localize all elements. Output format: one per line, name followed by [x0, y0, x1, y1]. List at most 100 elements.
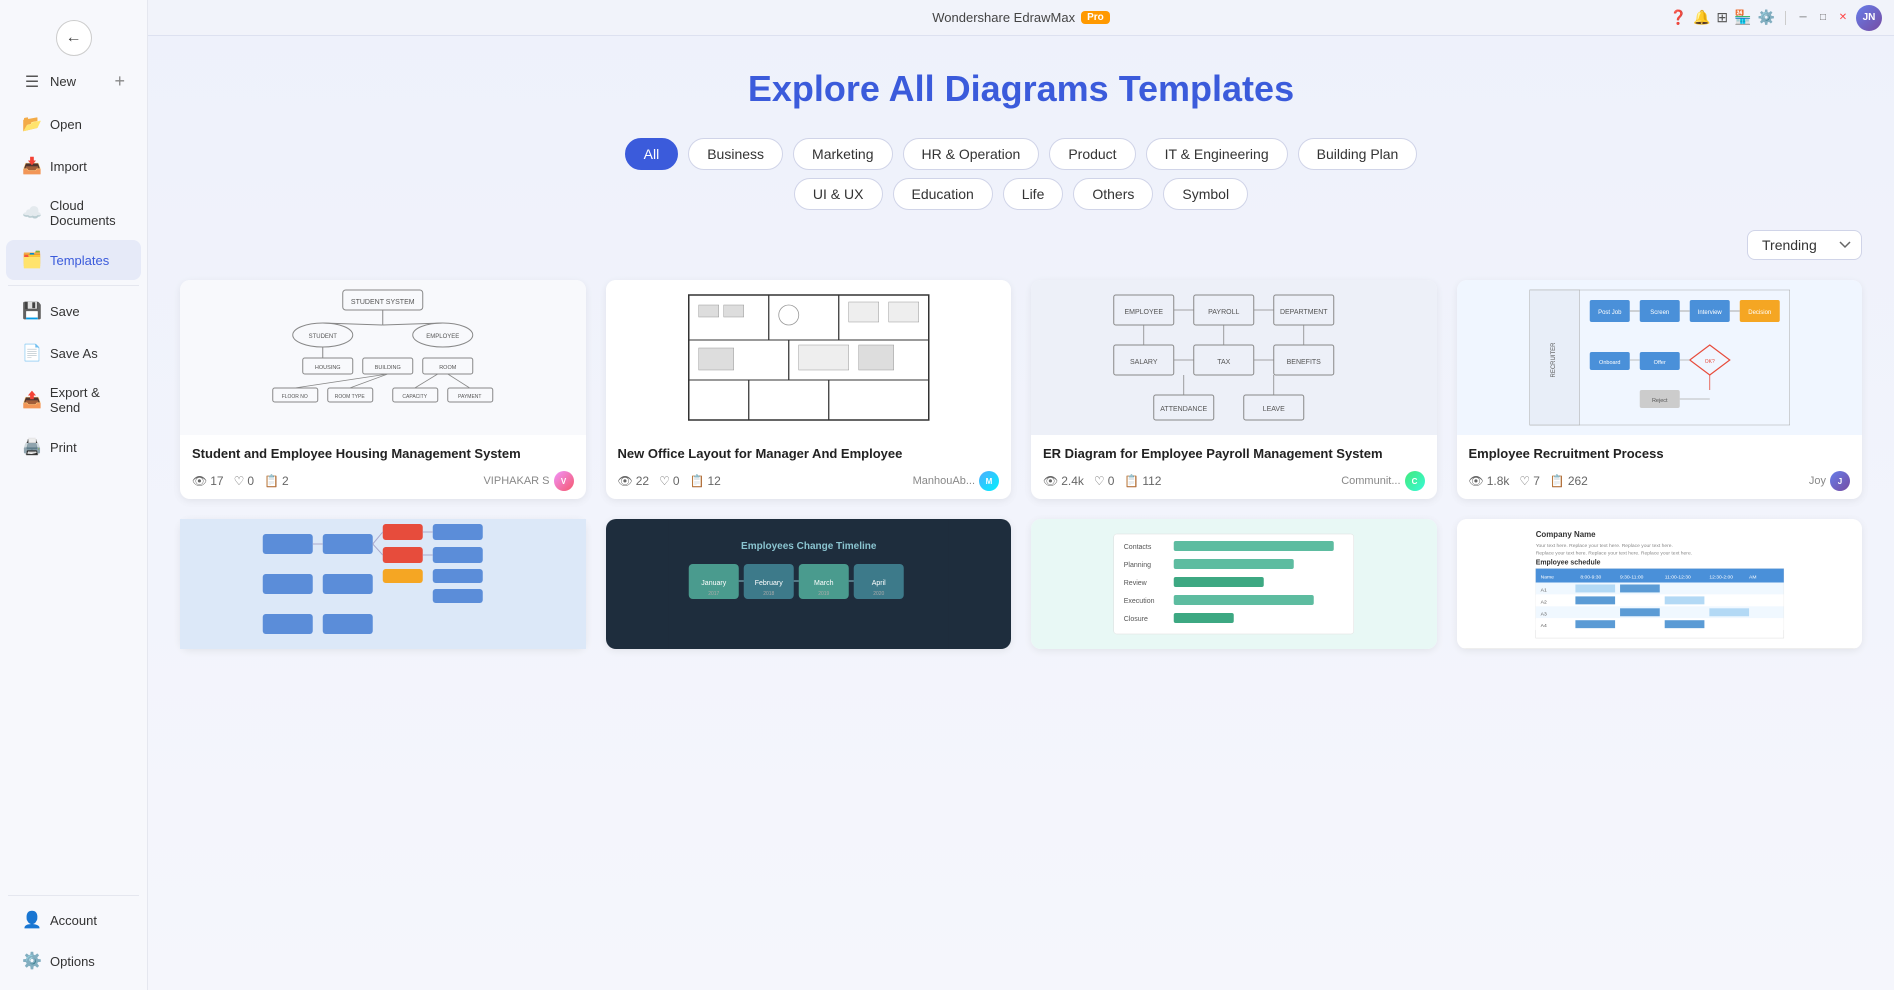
minimize-button[interactable]: ─	[1796, 11, 1810, 25]
likes-count: ♡ 0	[659, 474, 679, 488]
card-image: Contacts Planning Review Execution Closu…	[1031, 519, 1437, 649]
store-icon[interactable]: 🏪	[1734, 9, 1751, 26]
save-icon: 💾	[22, 301, 42, 321]
sidebar-import-label: Import	[50, 159, 87, 174]
svg-text:Employee schedule: Employee schedule	[1535, 560, 1600, 567]
maximize-button[interactable]: □	[1816, 11, 1830, 25]
sidebar-options-label: Options	[50, 954, 95, 969]
filter-marketing[interactable]: Marketing	[793, 138, 892, 170]
template-card[interactable]: New Office Layout for Manager And Employ…	[606, 280, 1012, 499]
sidebar-divider	[8, 285, 139, 286]
sidebar-item-saveas[interactable]: 📄 Save As	[6, 333, 141, 373]
card-body: Employee Recruitment Process 👁 1.8k ♡ 7 …	[1457, 435, 1863, 499]
filter-hr[interactable]: HR & Operation	[903, 138, 1040, 170]
filter-building[interactable]: Building Plan	[1298, 138, 1418, 170]
main-content: Wondershare EdrawMax Pro ❓ 🔔 ⊞ 🏪 ⚙️ ─ □ …	[148, 0, 1894, 990]
template-card[interactable]: Company Name Your text here. Replace you…	[1457, 519, 1863, 649]
likes-count: ♡ 0	[1094, 474, 1114, 488]
sidebar-new-label: New	[50, 74, 76, 89]
svg-text:Your text here. Replace your t: Your text here. Replace your text here. …	[1535, 543, 1672, 549]
sidebar-item-open[interactable]: 📂 Open	[6, 104, 141, 144]
print-icon: 🖨️	[22, 437, 42, 457]
sidebar-item-templates[interactable]: 🗂️ Templates	[6, 240, 141, 280]
sidebar-item-print[interactable]: 🖨️ Print	[6, 427, 141, 467]
settings-icon[interactable]: ⚙️	[1758, 9, 1775, 26]
svg-text:Interview: Interview	[1697, 310, 1722, 316]
sidebar-item-new[interactable]: ☰ New +	[6, 61, 141, 102]
sidebar-save-label: Save	[50, 304, 80, 319]
filter-ui[interactable]: UI & UX	[794, 178, 883, 210]
options-icon: ⚙️	[22, 951, 42, 971]
plus-icon: +	[114, 71, 125, 92]
filter-all[interactable]: All	[625, 138, 679, 170]
svg-text:FLOOR NO: FLOOR NO	[282, 394, 308, 400]
sidebar-item-export[interactable]: 📤 Export & Send	[6, 375, 141, 425]
close-button[interactable]: ✕	[1836, 11, 1850, 25]
notification-icon[interactable]: 🔔	[1693, 9, 1710, 26]
svg-text:TAX: TAX	[1217, 359, 1230, 366]
card-author: Communit... C	[1341, 471, 1424, 491]
apps-icon[interactable]: ⊞	[1716, 9, 1728, 26]
user-avatar[interactable]: JN	[1856, 5, 1882, 31]
filter-life[interactable]: Life	[1003, 178, 1064, 210]
filter-education[interactable]: Education	[893, 178, 993, 210]
filter-product[interactable]: Product	[1049, 138, 1135, 170]
sort-row: Trending Newest Most Used	[180, 230, 1862, 260]
sidebar-cloud-label: Cloud Documents	[50, 198, 125, 228]
sidebar-item-options[interactable]: ⚙️ Options	[6, 941, 141, 981]
sidebar-templates-label: Templates	[50, 253, 109, 268]
svg-text:STUDENT SYSTEM: STUDENT SYSTEM	[351, 299, 415, 306]
card-image: EMPLOYEE PAYROLL DEPARTMENT SALARY TAX B…	[1031, 280, 1437, 435]
app-title: Wondershare EdrawMax Pro	[932, 10, 1110, 25]
sidebar-item-import[interactable]: 📥 Import	[6, 146, 141, 186]
svg-text:February: February	[754, 580, 783, 587]
views-count: 👁 17	[192, 474, 224, 488]
sidebar-item-cloud[interactable]: ☁️ Cloud Documents	[6, 188, 141, 238]
svg-text:BUILDING: BUILDING	[375, 365, 401, 371]
sidebar-bottom: 👤 Account ⚙️ Options	[0, 891, 147, 982]
template-card[interactable]: RECRUITER Post Job Screen Interview Deci…	[1457, 280, 1863, 499]
template-card[interactable]: EMPLOYEE PAYROLL DEPARTMENT SALARY TAX B…	[1031, 280, 1437, 499]
copies-count: 📋 112	[1124, 474, 1161, 488]
filter-it[interactable]: IT & Engineering	[1146, 138, 1288, 170]
filter-others[interactable]: Others	[1073, 178, 1153, 210]
svg-text:Screen: Screen	[1650, 310, 1669, 316]
svg-text:Offer: Offer	[1653, 360, 1665, 366]
svg-text:Contacts: Contacts	[1124, 544, 1152, 551]
filter-symbol[interactable]: Symbol	[1163, 178, 1248, 210]
new-icon: ☰	[22, 72, 42, 92]
filter-row-2: UI & UX Education Life Others Symbol	[180, 178, 1862, 210]
card-image: Company Name Your text here. Replace you…	[1457, 519, 1863, 649]
cloud-icon: ☁️	[22, 203, 42, 223]
svg-text:2017: 2017	[708, 591, 719, 597]
sidebar-divider-bottom	[8, 895, 139, 896]
card-image: Employees Change Timeline January 2017 F…	[606, 519, 1012, 649]
filter-business[interactable]: Business	[688, 138, 783, 170]
svg-text:11:00-12:30: 11:00-12:30	[1664, 575, 1690, 581]
svg-text:ATTENDANCE: ATTENDANCE	[1160, 406, 1207, 413]
help-icon[interactable]: ❓	[1670, 9, 1687, 26]
sidebar-print-label: Print	[50, 440, 77, 455]
template-card[interactable]: Contacts Planning Review Execution Closu…	[1031, 519, 1437, 649]
svg-text:EMPLOYEE: EMPLOYEE	[1124, 309, 1163, 316]
card-image	[606, 280, 1012, 435]
author-avatar: V	[554, 471, 574, 491]
template-card[interactable]: Employees Change Timeline January 2017 F…	[606, 519, 1012, 649]
sidebar-item-account[interactable]: 👤 Account	[6, 900, 141, 940]
svg-text:AM: AM	[1749, 575, 1756, 581]
sidebar-item-save[interactable]: 💾 Save	[6, 291, 141, 331]
back-button[interactable]: ←	[56, 20, 92, 56]
svg-text:9:30-11:00: 9:30-11:00	[1620, 575, 1644, 581]
svg-text:EMPLOYEE: EMPLOYEE	[426, 334, 459, 340]
svg-text:2020: 2020	[873, 591, 884, 597]
content-area: Explore All Diagrams Templates All Busin…	[148, 36, 1894, 990]
card-author: Joy J	[1809, 471, 1850, 491]
template-card[interactable]: STUDENT SYSTEM STUDENT EMPLOYEE HOUSING …	[180, 280, 586, 499]
likes-count: ♡ 0	[234, 474, 254, 488]
sidebar-saveas-label: Save As	[50, 346, 98, 361]
template-card[interactable]	[180, 519, 586, 649]
svg-text:2018: 2018	[763, 591, 774, 597]
views-count: 👁 22	[618, 474, 650, 488]
svg-text:Replace your text here. Replac: Replace your text here. Replace your tex…	[1535, 551, 1691, 557]
sort-dropdown[interactable]: Trending Newest Most Used	[1747, 230, 1862, 260]
